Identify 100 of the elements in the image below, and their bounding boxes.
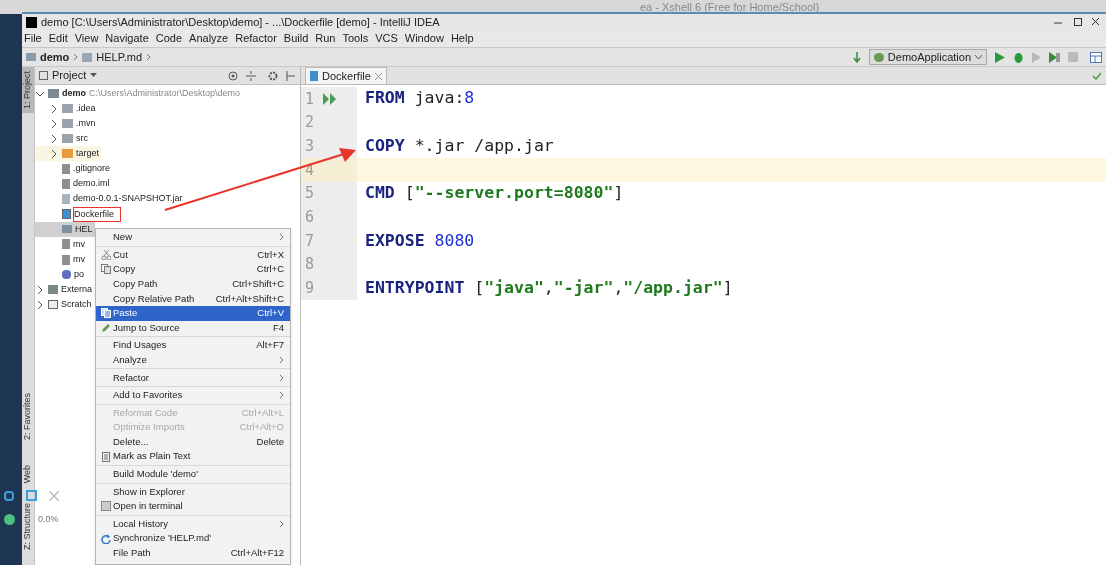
caret-icon[interactable] bbox=[975, 54, 982, 60]
folder-icon bbox=[62, 119, 73, 129]
menu-item[interactable]: Find Usages Alt+F7 bbox=[96, 338, 290, 353]
tree-item[interactable]: demo-0.0.1-SNAPSHOT.jar bbox=[35, 191, 185, 207]
file-icon bbox=[62, 209, 71, 220]
tree-item[interactable]: demo.iml bbox=[35, 176, 112, 192]
folder-icon bbox=[62, 149, 73, 159]
debug-icon[interactable] bbox=[1013, 51, 1024, 63]
menu-item[interactable]: Open in terminal bbox=[96, 499, 290, 514]
settings-icon[interactable] bbox=[268, 70, 278, 81]
code-line: EXPOSE 8080 bbox=[364, 229, 475, 252]
folder-icon bbox=[26, 53, 36, 61]
run-icon[interactable] bbox=[995, 51, 1005, 63]
close-icon[interactable] bbox=[374, 72, 382, 80]
tree-item[interactable]: .mvn bbox=[35, 116, 98, 132]
folder-icon bbox=[62, 104, 73, 114]
build-icon[interactable] bbox=[852, 51, 861, 63]
menu-item[interactable]: Local History bbox=[96, 516, 290, 532]
code-line: COPY *.jar /app.jar bbox=[364, 134, 554, 157]
caret-icon[interactable] bbox=[90, 73, 98, 78]
locate-icon[interactable] bbox=[228, 70, 238, 81]
menu-item[interactable]: Analyze bbox=[189, 30, 229, 47]
project-view-dropdown[interactable]: Project bbox=[52, 67, 98, 84]
folder-icon bbox=[62, 134, 73, 144]
tree-item[interactable]: demo C:\Users\Administrator\Desktop\demo bbox=[35, 86, 243, 102]
tree-item[interactable]: target bbox=[35, 146, 101, 162]
menu-item[interactable]: Build bbox=[283, 30, 309, 47]
scissors-icon bbox=[100, 249, 111, 260]
app-icon bbox=[26, 16, 37, 28]
menu-item[interactable]: Cut Ctrl+X bbox=[96, 247, 290, 263]
tool-window-tab[interactable]: Web bbox=[22, 461, 34, 488]
terminal-icon bbox=[100, 501, 111, 512]
tree-item[interactable]: HEL bbox=[35, 221, 95, 237]
menu-item[interactable]: File bbox=[24, 30, 42, 47]
project-structure-icon[interactable] bbox=[1090, 51, 1102, 63]
menu-item[interactable]: Jump to Source F4 bbox=[96, 320, 290, 336]
network-reading: 0.0% bbox=[38, 513, 59, 526]
code-line: CMD ["--server.port=8080"] bbox=[364, 182, 624, 205]
line-number: 5 bbox=[305, 183, 316, 205]
tool-window-tab[interactable]: 1: Project bbox=[22, 67, 34, 114]
paste-icon bbox=[100, 308, 111, 319]
copy-icon bbox=[100, 264, 111, 275]
menu-item[interactable]: Add to Favorites bbox=[96, 387, 290, 403]
run-configuration-dropdown[interactable]: DemoApplication bbox=[868, 49, 987, 65]
line-number: 7 bbox=[305, 230, 316, 252]
close-button[interactable] bbox=[1090, 17, 1102, 27]
file-icon bbox=[62, 194, 70, 205]
menu-item[interactable]: Build Module 'demo' bbox=[96, 466, 290, 482]
file-icon bbox=[62, 179, 70, 190]
folder-icon bbox=[48, 89, 59, 99]
tree-item[interactable]: po bbox=[35, 267, 86, 283]
menu-item[interactable]: Help bbox=[450, 30, 474, 47]
menu-item[interactable]: Paste Ctrl+V bbox=[96, 305, 290, 321]
line-number: 6 bbox=[305, 207, 316, 229]
file-icon bbox=[62, 164, 70, 174]
lock-icon[interactable] bbox=[4, 490, 14, 501]
menu-item[interactable]: Run bbox=[315, 30, 336, 47]
tool-window-tab[interactable]: 2: Favorites bbox=[22, 389, 34, 445]
tree-item[interactable]: mv bbox=[35, 252, 87, 268]
editor-tab[interactable]: Dockerfile bbox=[305, 67, 387, 84]
tree-item[interactable]: .idea bbox=[35, 101, 98, 117]
chevron-icon bbox=[73, 53, 79, 61]
menu-item[interactable]: Refactor bbox=[96, 370, 290, 385]
menu-item[interactable]: Refactor bbox=[235, 30, 277, 47]
menu-item[interactable]: View bbox=[74, 30, 99, 47]
tree-item[interactable]: .gitignore bbox=[35, 161, 113, 177]
menu-item[interactable]: File Path Ctrl+Alt+F12 bbox=[96, 545, 290, 561]
code-line: ENTRYPOINT ["java","-jar","/app.jar"] bbox=[364, 276, 733, 299]
menu-item[interactable]: Show in Explorer bbox=[96, 484, 290, 500]
menu-item[interactable]: Analyze bbox=[96, 352, 290, 368]
menu-item[interactable]: VCS bbox=[375, 30, 398, 47]
menu-item[interactable]: Synchronize 'HELP.md' bbox=[96, 531, 290, 546]
tree-item[interactable]: src bbox=[35, 131, 90, 147]
menu-item[interactable]: Mark as Plain Text bbox=[96, 449, 290, 464]
document-icon bbox=[100, 451, 111, 462]
coverage-icon[interactable] bbox=[1049, 51, 1060, 63]
menu-item[interactable]: Delete... Delete bbox=[96, 434, 290, 450]
menu-item[interactable]: New bbox=[96, 230, 290, 245]
line-number: 8 bbox=[305, 254, 316, 276]
tree-item[interactable]: mv bbox=[35, 236, 87, 253]
tool-window-tab[interactable]: Z: Structure bbox=[22, 499, 34, 554]
tree-item[interactable]: Dockerfile bbox=[35, 206, 122, 222]
tree-item[interactable]: Externa bbox=[35, 282, 95, 298]
menu-item[interactable]: Window bbox=[404, 30, 444, 47]
menu-item[interactable]: Code bbox=[155, 30, 183, 47]
menu-item[interactable]: Copy Path Ctrl+Shift+C bbox=[96, 276, 290, 292]
file-icon bbox=[62, 239, 70, 250]
menu-item[interactable]: Tools bbox=[342, 30, 369, 47]
breadcrumb[interactable]: demo bbox=[40, 48, 70, 66]
library-icon bbox=[48, 285, 58, 295]
menu-item[interactable]: Navigate bbox=[105, 30, 149, 47]
menu-item[interactable]: Copy Relative Path Ctrl+Alt+Shift+C bbox=[96, 291, 290, 306]
tree-item[interactable]: Scratch bbox=[35, 297, 94, 313]
run-gutter-icon[interactable] bbox=[323, 92, 337, 105]
breadcrumb[interactable]: HELP.md bbox=[96, 48, 142, 66]
project-view-icon bbox=[39, 71, 48, 80]
file-icon bbox=[62, 254, 70, 265]
menu-item[interactable]: Copy Ctrl+C bbox=[96, 262, 290, 277]
menu-item[interactable]: Edit bbox=[48, 30, 68, 47]
window-title: demo [C:\Users\Administrator\Desktop\demo] - ...\Dockerfile [demo] - IntelliJ IDEA bbox=[41, 14, 441, 30]
